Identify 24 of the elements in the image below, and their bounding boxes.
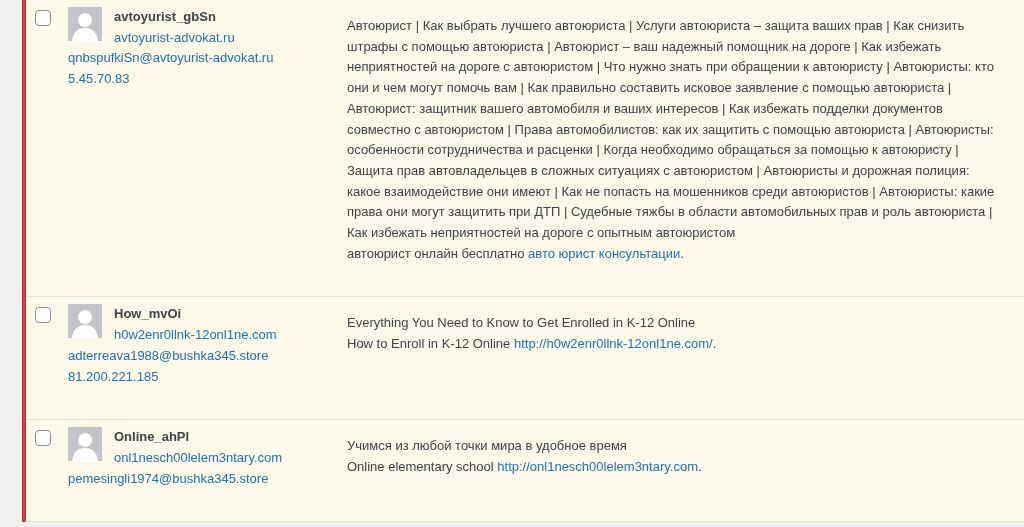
author-email-link[interactable]: qnbspufkiSn@avtoyurist-advokat.ru [68, 48, 347, 70]
author-url-link[interactable]: avtoyurist-advokat.ru [114, 27, 235, 49]
row-checkbox[interactable] [35, 307, 51, 324]
row-checkbox[interactable] [35, 430, 51, 447]
author-name: avtoyurist_gbSn [114, 8, 217, 26]
comment-text: Everything You Need to Know to Get Enrolled in K-12 Online [347, 314, 697, 333]
author-email-link[interactable]: adterreava1988@bushka345.store [68, 345, 347, 367]
avatar-icon [68, 427, 102, 462]
comment-text: Online elementary school http://onl1nesch00lelem3ntary.com. [347, 457, 703, 476]
author-url-link[interactable]: onl1nesch00lelem3ntary.com [114, 447, 283, 469]
comment-link[interactable]: http://h0w2enr0llnk-12onl1ne.com/ [513, 336, 713, 352]
author-name: How_mvOi [114, 305, 183, 324]
comment-text: автоюрист онлайн бесплатно авто юрист консультации. [347, 244, 685, 263]
avatar-icon [68, 304, 102, 339]
author-email-link[interactable]: pemesingli1974@bushka345.store [68, 468, 347, 490]
row-checkbox[interactable] [35, 10, 51, 26]
author-ip-link[interactable]: 81.200.221.185 [68, 366, 347, 388]
comment-text: Учимся из любой точки мира в удобное время [347, 437, 628, 456]
author-ip-link[interactable]: 5.45.70.83 [68, 69, 347, 90]
comment-text: How to Enroll in K-12 Online http://h0w2enr0llnk-12onl1ne.com/. [347, 335, 718, 354]
avatar-icon [68, 7, 102, 41]
author-name: Online_ahPl [114, 428, 191, 447]
comment-link[interactable]: http://onl1nesch00lelem3ntary.com [497, 458, 698, 474]
author-url-link[interactable]: h0w2enr0llnk-12onl1ne.com [114, 325, 277, 346]
